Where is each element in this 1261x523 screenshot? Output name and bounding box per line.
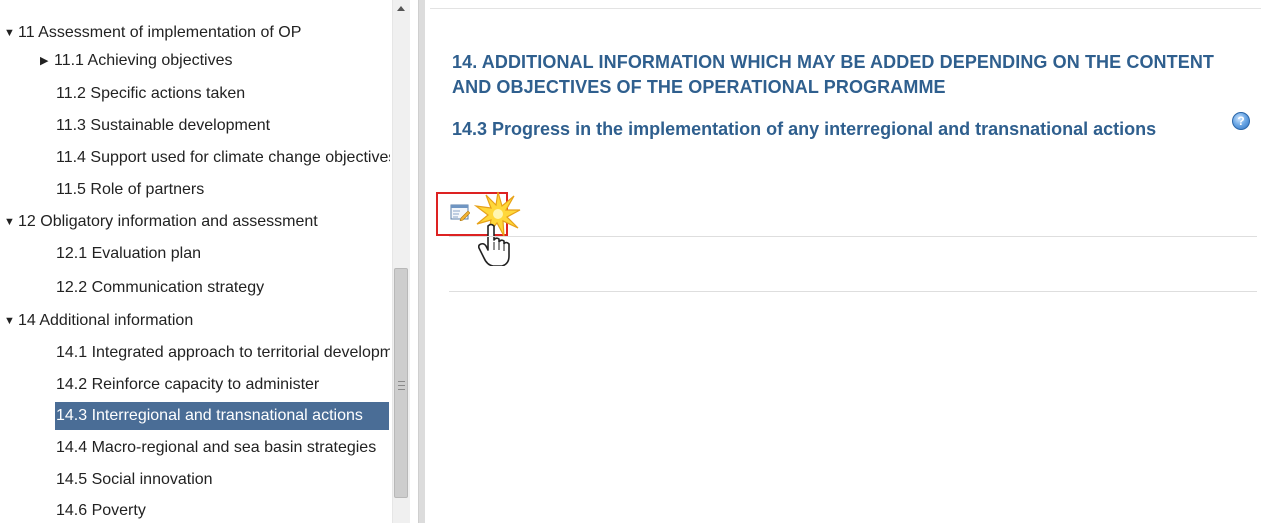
tree-item-label: 14.5 Social innovation <box>56 471 213 488</box>
tree-item-label: 12.1 Evaluation plan <box>56 245 201 262</box>
edit-icon[interactable] <box>450 203 470 221</box>
expand-arrow-icon[interactable]: ▼ <box>4 19 18 47</box>
tree-item-11-4[interactable]: 11.4 Support used for climate change obj… <box>56 144 390 172</box>
tree-item-14-4[interactable]: 14.4 Macro-regional and sea basin strate… <box>56 434 390 462</box>
help-icon[interactable]: ? <box>1232 112 1250 130</box>
tree-item-12[interactable]: ▼ 12 Obligatory information and assessmen… <box>4 208 388 236</box>
tree-item-label: 11.5 Role of partners <box>56 181 205 198</box>
subsection-title: 14.3 Progress in the implementation of a… <box>452 119 1157 139</box>
tree-item-11-3[interactable]: 11.3 Sustainable development <box>56 112 390 140</box>
tree-item-14-6[interactable]: 14.6 Poverty <box>56 497 390 523</box>
panel-splitter[interactable] <box>418 0 425 523</box>
tree-item-11[interactable]: ▼ 11 Assessment of implementation of OP <box>4 19 388 47</box>
navigation-tree: ▼ 11 Assessment of implementation of OP ▶… <box>0 0 392 523</box>
tree-item-14-3[interactable]: 14.3 Interregional and transnational act… <box>55 402 389 430</box>
grip-icon <box>398 381 405 390</box>
tree-item-label: 11 Assessment of implementation of OP <box>18 24 302 41</box>
tree-item-11-5[interactable]: 11.5 Role of partners <box>56 176 390 204</box>
tree-item-label: 14.6 Poverty <box>56 502 146 519</box>
tree-scrollbar[interactable] <box>392 0 410 523</box>
scroll-up-arrow-icon[interactable] <box>393 0 410 17</box>
tree-item-label: 14.2 Reinforce capacity to administer <box>56 376 320 393</box>
tree-item-12-2[interactable]: 12.2 Communication strategy <box>56 274 390 302</box>
top-divider <box>430 8 1261 9</box>
tree-item-14-2[interactable]: 14.2 Reinforce capacity to administer <box>56 371 390 399</box>
tree-item-label: 11.4 Support used for climate change obj… <box>56 149 390 166</box>
scrollbar-thumb[interactable] <box>394 268 408 498</box>
tree-item-label: 11.2 Specific actions taken <box>56 85 246 102</box>
tree-item-label: 14 Additional information <box>18 312 194 329</box>
tree-item-label: 11.1 Achieving objectives <box>54 52 233 69</box>
tree-item-label: 12 Obligatory information and assessment <box>18 213 318 230</box>
tree-item-12-1[interactable]: 12.1 Evaluation plan <box>56 240 390 268</box>
expand-arrow-icon[interactable]: ▼ <box>4 208 18 236</box>
tree-item-14-1[interactable]: 14.1 Integrated approach to territorial … <box>56 339 390 367</box>
tree-item-11-1[interactable]: ▶ 11.1 Achieving objectives <box>40 47 388 75</box>
collapse-arrow-icon[interactable]: ▶ <box>40 47 54 75</box>
tree-item-11-2[interactable]: 11.2 Specific actions taken <box>56 80 390 108</box>
tree-item-14[interactable]: ▼ 14 Additional information <box>4 307 388 335</box>
section-title: 14. ADDITIONAL INFORMATION WHICH MAY BE … <box>452 52 1215 97</box>
tree-item-label: 14.1 Integrated approach to territorial … <box>56 344 390 361</box>
tree-item-14-5[interactable]: 14.5 Social innovation <box>56 466 390 494</box>
tree-item-label: 14.4 Macro-regional and sea basin strate… <box>56 439 377 456</box>
pointer-hand-icon <box>478 223 510 266</box>
content-divider <box>449 291 1257 292</box>
tree-item-label: 12.2 Communication strategy <box>56 279 265 296</box>
tree-item-label: 11.3 Sustainable development <box>56 117 271 134</box>
tree-item-label: 14.3 Interregional and transnational act… <box>56 407 363 424</box>
expand-arrow-icon[interactable]: ▼ <box>4 307 18 335</box>
content-divider <box>449 236 1257 237</box>
